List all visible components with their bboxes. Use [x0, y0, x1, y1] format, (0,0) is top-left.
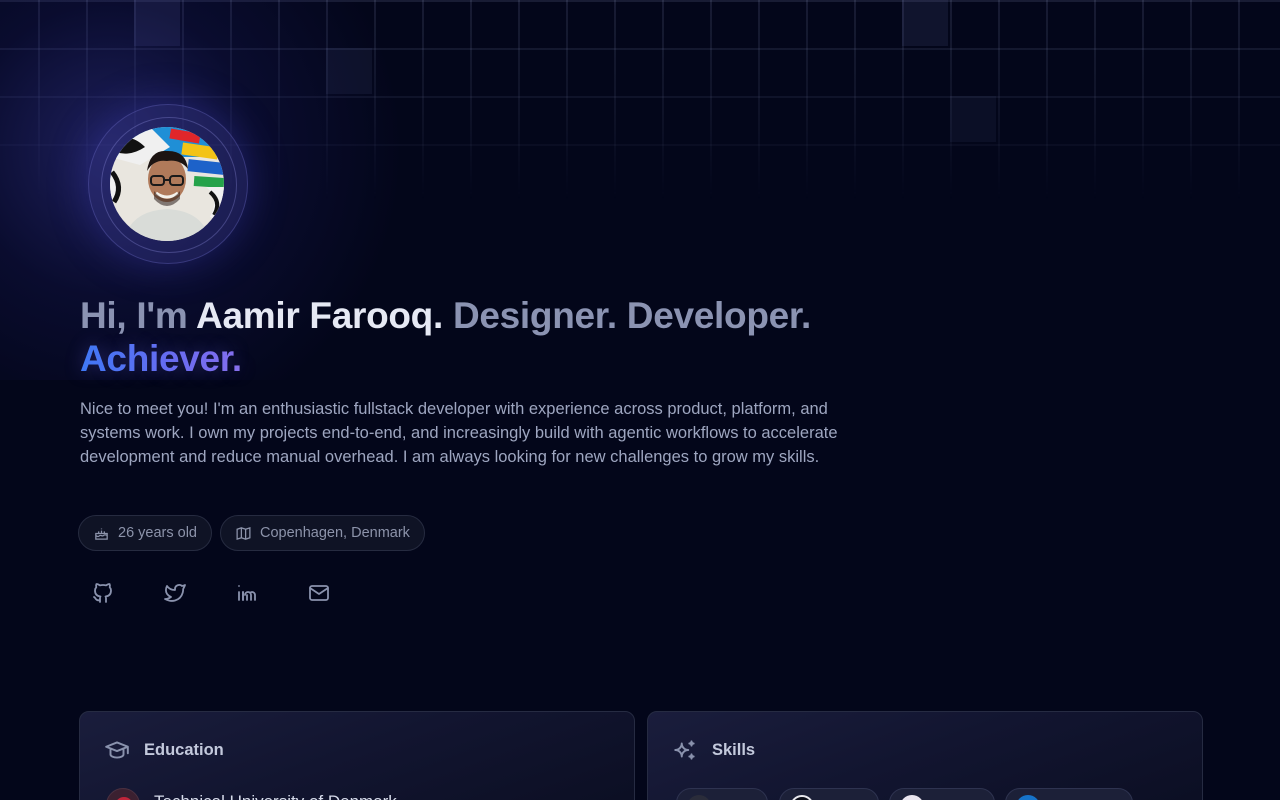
cake-icon [95, 528, 108, 540]
name-text: Aamir Farooq. [196, 295, 443, 336]
map-icon [236, 526, 251, 540]
linkedin-icon [238, 585, 256, 601]
highlight-text: Achiever. [80, 338, 242, 379]
skill-logo [1016, 795, 1040, 800]
education-card: Education Technical University of Denmar… [79, 711, 635, 800]
twitter-link[interactable] [163, 580, 187, 606]
university-name: Technical University of Denmark [154, 792, 397, 800]
mail-icon [309, 585, 329, 601]
location-chip: Copenhagen, Denmark [220, 515, 425, 551]
sparkles-icon [674, 740, 695, 760]
grid-highlight-cell [950, 96, 996, 142]
greeting-text: Hi, I'm [80, 295, 188, 336]
social-links [91, 580, 331, 606]
skill-pill [676, 788, 768, 800]
skill-pill [1005, 788, 1133, 800]
graduation-cap-icon [105, 741, 129, 759]
grid-highlight-cell [326, 48, 372, 94]
skill-logo [900, 795, 924, 800]
age-chip: 26 years old [78, 515, 212, 551]
skill-pill [779, 788, 879, 800]
grid-highlight-cell [902, 0, 948, 46]
education-title: Education [144, 741, 224, 759]
bio-text: Nice to meet you! I'm an enthusiastic fu… [80, 400, 838, 466]
avatar [110, 127, 224, 241]
age-label: 26 years old [118, 525, 197, 541]
github-icon [93, 583, 112, 603]
grid-highlight-cell [134, 0, 180, 46]
linkedin-link[interactable] [235, 580, 259, 606]
skill-pill [889, 788, 995, 800]
skill-logo [790, 795, 814, 800]
info-chips: 26 years old Copenhagen, Denmark [78, 515, 425, 551]
email-link[interactable] [307, 580, 331, 606]
roles-text: Designer. Developer. [452, 295, 811, 336]
hero-headline: Hi, I'm Aamir Farooq. Designer. Develope… [80, 294, 880, 380]
location-label: Copenhagen, Denmark [260, 525, 410, 541]
skills-card: Skills [647, 711, 1203, 800]
skills-title: Skills [712, 741, 756, 759]
avatar-photo [110, 127, 224, 241]
university-logo [106, 788, 140, 800]
skill-logo [687, 795, 711, 800]
portfolio-page: Hi, I'm Aamir Farooq. Designer. Develope… [0, 0, 1280, 800]
github-link[interactable] [91, 580, 115, 606]
twitter-icon [164, 584, 186, 602]
